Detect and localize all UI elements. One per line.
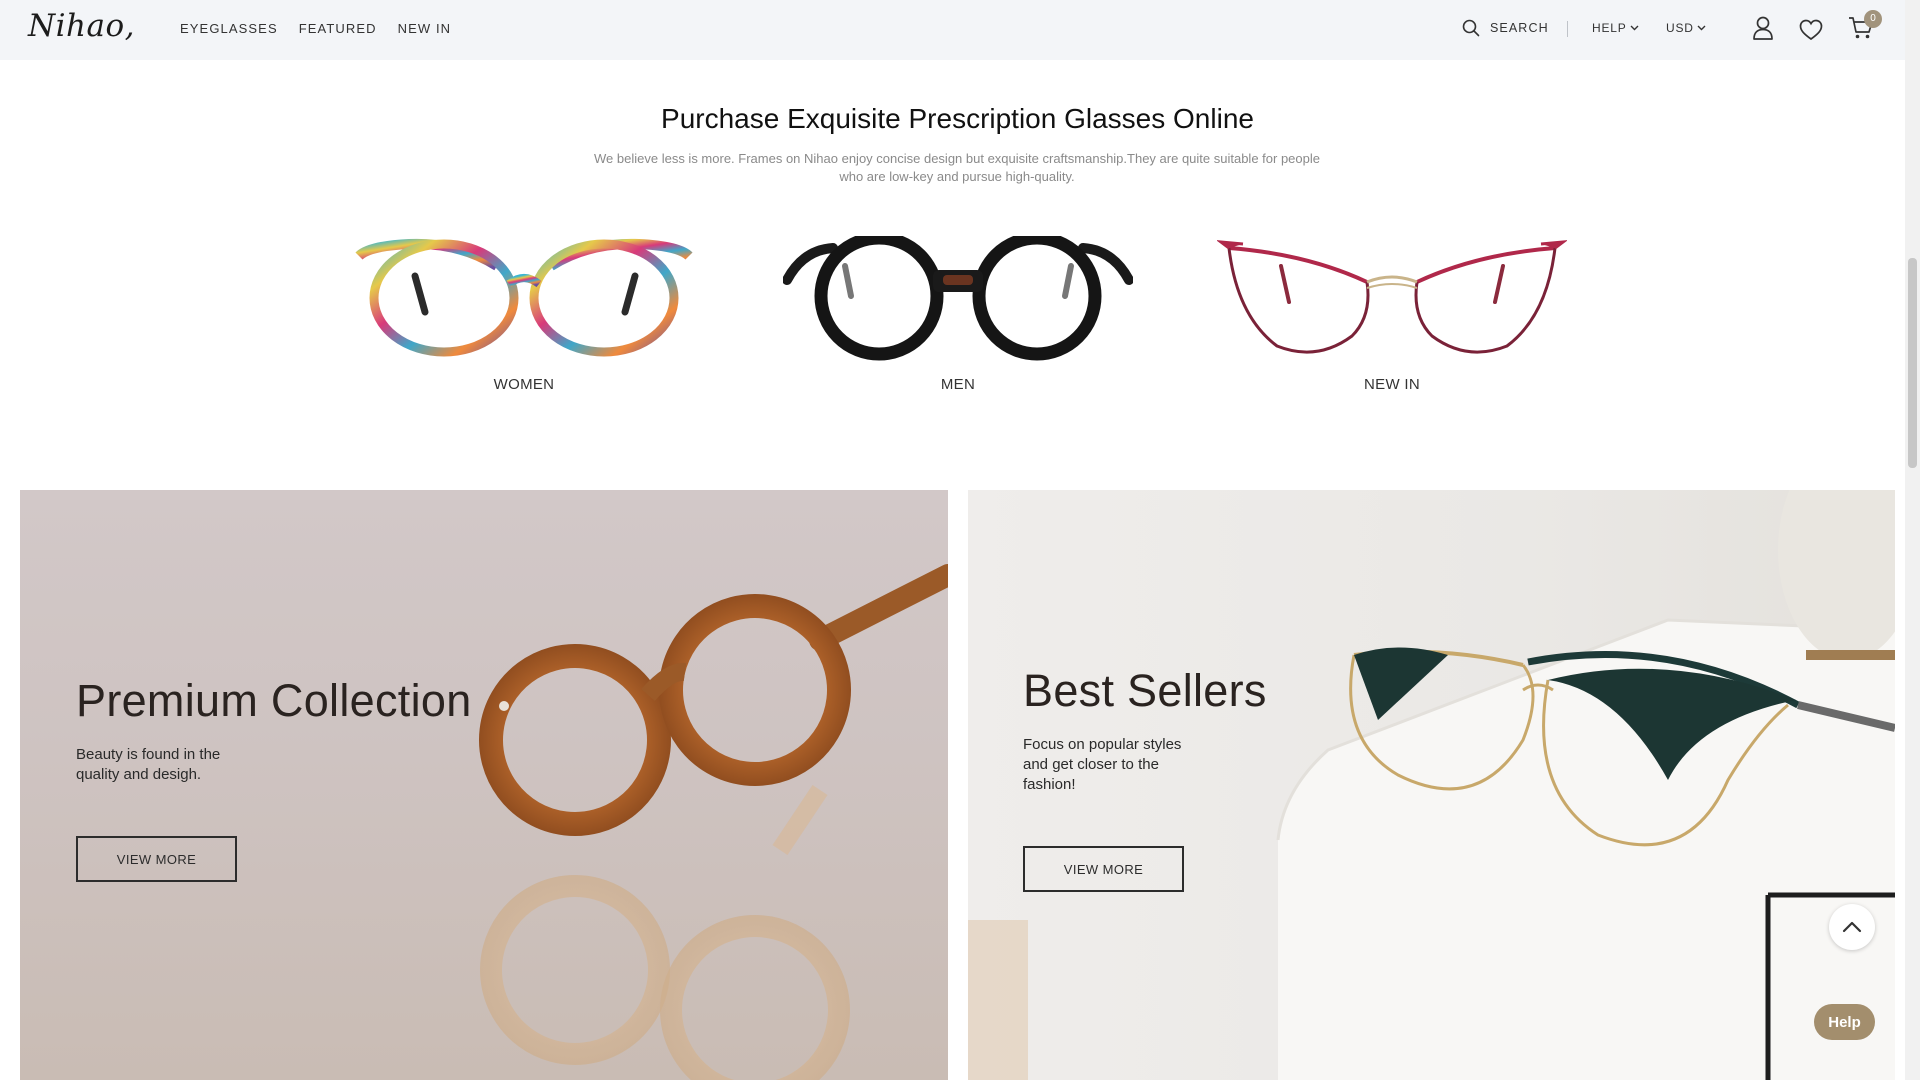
site-logo[interactable]: Nihao, bbox=[28, 8, 135, 44]
wishlist-heart-icon[interactable] bbox=[1799, 19, 1823, 41]
cart-count-badge: 0 bbox=[1864, 10, 1882, 28]
help-dropdown[interactable]: HELP bbox=[1592, 21, 1639, 35]
page-scrollbar[interactable] bbox=[1905, 0, 1920, 1080]
page-title: Purchase Exquisite Prescription Glasses … bbox=[661, 103, 1254, 134]
category-label: WOMEN bbox=[493, 376, 555, 393]
search-icon bbox=[1462, 19, 1480, 37]
header-divider bbox=[1567, 21, 1568, 37]
category-new-in[interactable]: NEW IN bbox=[1212, 236, 1572, 393]
new-in-glasses-image bbox=[1217, 240, 1567, 354]
search-button[interactable]: SEARCH bbox=[1462, 19, 1549, 37]
nav-featured[interactable]: FEATURED bbox=[299, 21, 377, 36]
account-icon[interactable] bbox=[1752, 16, 1774, 40]
tortoise-glasses-image bbox=[479, 564, 948, 1080]
banner-title: Premium Collection bbox=[76, 675, 472, 726]
scroll-to-top-button[interactable] bbox=[1829, 904, 1875, 950]
banner-title: Best Sellers bbox=[1023, 665, 1267, 716]
chevron-down-icon bbox=[1697, 25, 1706, 31]
best-sellers-banner: Best Sellers Focus on popular styles and… bbox=[968, 490, 1895, 1080]
help-dropdown-label: HELP bbox=[1592, 21, 1627, 35]
currency-dropdown-label: USD bbox=[1666, 21, 1694, 35]
category-men[interactable]: MEN bbox=[778, 236, 1138, 393]
premium-collection-banner: Premium Collection Beauty is found in th… bbox=[20, 490, 948, 1080]
search-label: SEARCH bbox=[1490, 21, 1549, 35]
main-nav: EYEGLASSES FEATURED NEW IN bbox=[180, 21, 451, 36]
help-chat-button[interactable]: Help bbox=[1814, 1004, 1875, 1040]
premium-view-more-button[interactable]: VIEW MORE bbox=[76, 836, 237, 882]
chevron-down-icon bbox=[1630, 25, 1639, 31]
currency-dropdown[interactable]: USD bbox=[1666, 21, 1706, 35]
banner-text: Focus on popular styles and get closer t… bbox=[1023, 736, 1182, 793]
category-label: MEN bbox=[940, 376, 976, 393]
scrollbar-thumb[interactable] bbox=[1908, 258, 1917, 468]
nav-new-in[interactable]: NEW IN bbox=[398, 21, 452, 36]
page-subtitle: We believe less is more. Frames on Nihao… bbox=[594, 151, 1320, 184]
best-sellers-view-more-button[interactable]: VIEW MORE bbox=[1023, 846, 1184, 892]
nav-eyeglasses[interactable]: EYEGLASSES bbox=[180, 21, 278, 36]
banner-text: Beauty is found in the quality and desig… bbox=[76, 746, 221, 783]
category-label: NEW IN bbox=[1364, 376, 1420, 393]
men-glasses-image bbox=[783, 236, 1133, 361]
category-women[interactable]: WOMEN bbox=[344, 236, 704, 393]
women-glasses-image bbox=[355, 238, 693, 357]
site-header: Nihao, EYEGLASSES FEATURED NEW IN SEARCH… bbox=[0, 0, 1920, 60]
chevron-up-icon bbox=[1842, 921, 1862, 933]
